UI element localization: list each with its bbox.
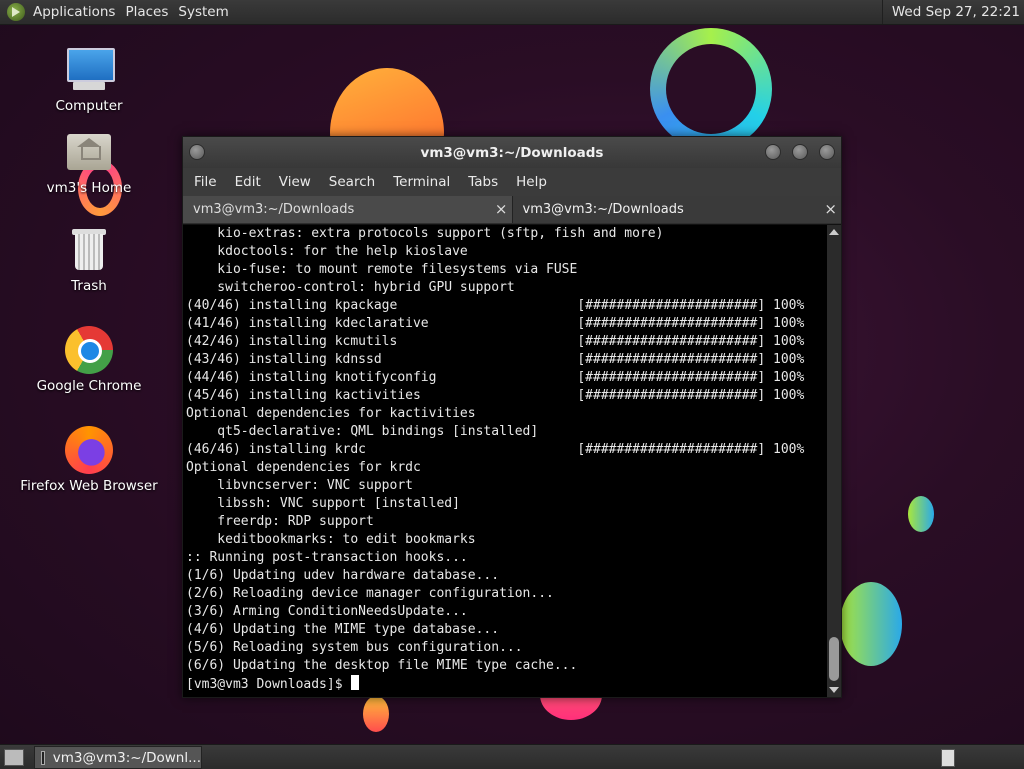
terminal-line: (6/6) Updating the desktop file MIME typ… xyxy=(186,658,578,673)
terminal-line: keditbookmarks: to edit bookmarks xyxy=(186,532,476,547)
terminal-line: Optional dependencies for kactivities xyxy=(186,406,476,421)
show-desktop-icon[interactable] xyxy=(4,749,24,766)
trash-icon xyxy=(65,226,113,274)
desktop-icon-trash[interactable]: Trash xyxy=(14,226,164,294)
close-button[interactable] xyxy=(819,144,835,160)
desktop-icon-label: Trash xyxy=(71,278,107,294)
terminal-line: (40/46) installing kpackage [###########… xyxy=(186,298,805,313)
menu-terminal[interactable]: Terminal xyxy=(384,174,459,190)
terminal-line: libssh: VNC support [installed] xyxy=(186,496,460,511)
tab-label: vm3@vm3:~/Downloads xyxy=(193,202,355,217)
home-folder-icon xyxy=(65,128,113,176)
window-titlebar[interactable]: vm3@vm3:~/Downloads xyxy=(183,137,841,168)
mate-logo-icon[interactable] xyxy=(7,3,25,21)
scroll-down-icon[interactable] xyxy=(829,687,839,693)
menu-applications[interactable]: Applications xyxy=(33,4,123,20)
minimize-button[interactable] xyxy=(765,144,781,160)
terminal-line: (42/46) installing kcmutils [###########… xyxy=(186,334,805,349)
menu-places[interactable]: Places xyxy=(125,4,176,20)
tab-close-icon[interactable]: × xyxy=(495,196,508,223)
tab-close-icon[interactable]: × xyxy=(824,196,837,223)
terminal-line: (44/46) installing knotifyconfig [######… xyxy=(186,370,805,385)
scroll-up-icon[interactable] xyxy=(829,229,839,235)
shell-prompt: [vm3@vm3 Downloads]$ xyxy=(186,677,343,692)
terminal-line: (41/46) installing kdeclarative [#######… xyxy=(186,316,805,331)
desktop-icon-label: Firefox Web Browser xyxy=(20,478,158,494)
terminal-line: kio-extras: extra protocols support (sft… xyxy=(186,226,664,241)
desktop-icon-label: Google Chrome xyxy=(36,378,142,394)
desktop-icon-label: vm3's Home xyxy=(46,180,132,196)
text-cursor xyxy=(350,675,359,690)
tab-label: vm3@vm3:~/Downloads xyxy=(522,202,684,217)
terminal-line: kdoctools: for the help kioslave xyxy=(186,244,468,259)
terminal-line: (3/6) Arming ConditionNeedsUpdate... xyxy=(186,604,468,619)
menu-edit[interactable]: Edit xyxy=(226,174,270,190)
terminal-line: qt5-declarative: QML bindings [installed… xyxy=(186,424,539,439)
tab-1[interactable]: vm3@vm3:~/Downloads × xyxy=(183,196,513,223)
terminal-line: :: Running post-transaction hooks... xyxy=(186,550,468,565)
maximize-button[interactable] xyxy=(792,144,808,160)
window-title: vm3@vm3:~/Downloads xyxy=(420,145,604,161)
terminal-line: (46/46) installing krdc [###############… xyxy=(186,442,805,457)
terminal-line: Optional dependencies for krdc xyxy=(186,460,421,475)
terminal-output[interactable]: kio-extras: extra protocols support (sft… xyxy=(183,225,827,697)
terminal-line: (2/6) Reloading device manager configura… xyxy=(186,586,554,601)
menu-search[interactable]: Search xyxy=(320,174,384,190)
terminal-scrollbar[interactable] xyxy=(827,225,841,697)
menu-system[interactable]: System xyxy=(178,4,236,20)
firefox-icon xyxy=(65,426,113,474)
wallpaper-shape xyxy=(363,696,389,732)
desktop-icon-chrome[interactable]: Google Chrome xyxy=(14,326,164,394)
terminal-line: (5/6) Reloading system bus configuration… xyxy=(186,640,523,655)
menu-file[interactable]: File xyxy=(185,174,226,190)
terminal-line: freerdp: RDP support xyxy=(186,514,374,529)
wallpaper-shape xyxy=(840,582,902,666)
terminal-prompt-line[interactable]: [vm3@vm3 Downloads]$ xyxy=(186,675,827,693)
menu-tabs[interactable]: Tabs xyxy=(459,174,507,190)
terminal-line: kio-fuse: to mount remote filesystems vi… xyxy=(186,262,578,277)
wallpaper-shape xyxy=(908,496,934,532)
menu-view[interactable]: View xyxy=(270,174,320,190)
wallpaper-ring xyxy=(650,28,772,150)
scrollbar-thumb[interactable] xyxy=(829,637,839,681)
terminal-icon xyxy=(41,750,45,765)
terminal-window[interactable]: vm3@vm3:~/Downloads File Edit View Searc… xyxy=(182,136,842,698)
tab-bar: vm3@vm3:~/Downloads × vm3@vm3:~/Download… xyxy=(183,196,841,225)
menubar: File Edit View Search Terminal Tabs Help xyxy=(183,168,841,196)
desktop-icon-home[interactable]: vm3's Home xyxy=(14,128,164,196)
bottom-panel: vm3@vm3:~/Downl... xyxy=(0,744,1024,769)
clock[interactable]: Wed Sep 27, 22:21 xyxy=(881,0,1024,24)
terminal-line: libvncserver: VNC support xyxy=(186,478,413,493)
menu-help[interactable]: Help xyxy=(507,174,556,190)
desktop-icon-label: Computer xyxy=(55,98,123,114)
terminal-line: (43/46) installing kdnssd [#############… xyxy=(186,352,805,367)
terminal-line: (4/6) Updating the MIME type database... xyxy=(186,622,500,637)
terminal-line: (1/6) Updating udev hardware database... xyxy=(186,568,500,583)
taskbar-button-terminal[interactable]: vm3@vm3:~/Downl... xyxy=(34,746,202,769)
taskbar-label: vm3@vm3:~/Downl... xyxy=(52,749,201,766)
tab-2[interactable]: vm3@vm3:~/Downloads × xyxy=(512,196,841,223)
computer-icon xyxy=(65,46,115,94)
terminal-line: switcheroo-control: hybrid GPU support xyxy=(186,280,515,295)
desktop-icon-firefox[interactable]: Firefox Web Browser xyxy=(14,426,164,494)
chrome-icon xyxy=(65,326,113,374)
top-panel: Applications Places System Wed Sep 27, 2… xyxy=(0,0,1024,25)
terminal-line: (45/46) installing kactivities [########… xyxy=(186,388,805,403)
desktop-icon-computer[interactable]: Computer xyxy=(14,46,164,114)
workspace-switcher[interactable] xyxy=(941,749,955,767)
